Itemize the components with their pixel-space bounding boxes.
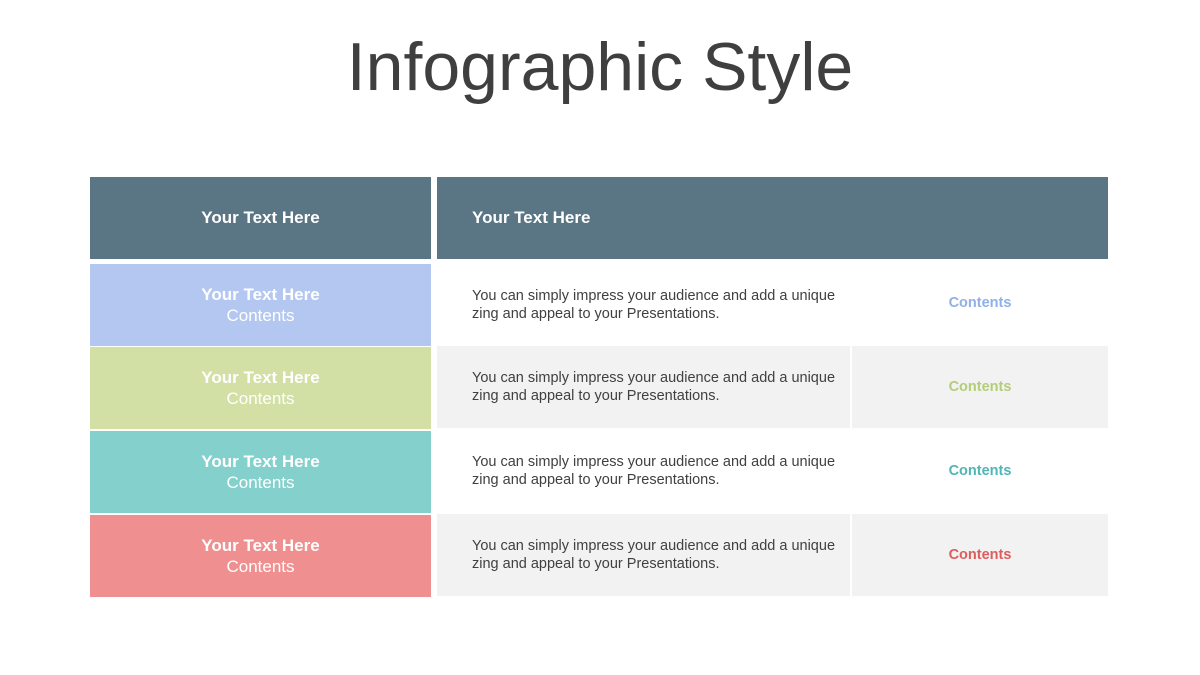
row-label-cell: Your Text Here Contents [90,515,431,597]
row-description: You can simply impress your audience and… [472,288,836,322]
row-description: You can simply impress your audience and… [472,454,836,488]
row-sublabel: Contents [226,557,295,576]
row-label: Your Text Here [201,285,320,304]
header-right-cell: Your Text Here [437,177,1108,259]
row-label-cell: Your Text Here Contents [90,431,431,513]
row-label: Your Text Here [201,536,320,555]
row-label-cell: Your Text Here Contents [90,347,431,429]
infographic-table: Your Text Here Your Text Here Your Text … [90,177,1108,597]
row-description: You can simply impress your audience and… [437,346,850,428]
slide: Infographic Style Your Text Here Your Te… [0,0,1200,675]
row-description: You can simply impress your audience and… [437,514,850,596]
row-label: Your Text Here [201,452,320,471]
row-contents: Contents [948,295,1012,311]
row-sublabel: Contents [226,306,295,325]
header-left-cell: Your Text Here [90,177,431,259]
row-sublabel: Contents [226,389,295,408]
row-contents: Contents [852,514,1108,596]
row-sublabel: Contents [226,473,295,492]
row-contents: Contents [852,346,1108,428]
row-label: Your Text Here [201,368,320,387]
row-label-cell: Your Text Here Contents [90,264,431,346]
slide-title: Infographic Style [346,29,854,105]
row-contents: Contents [948,463,1012,479]
